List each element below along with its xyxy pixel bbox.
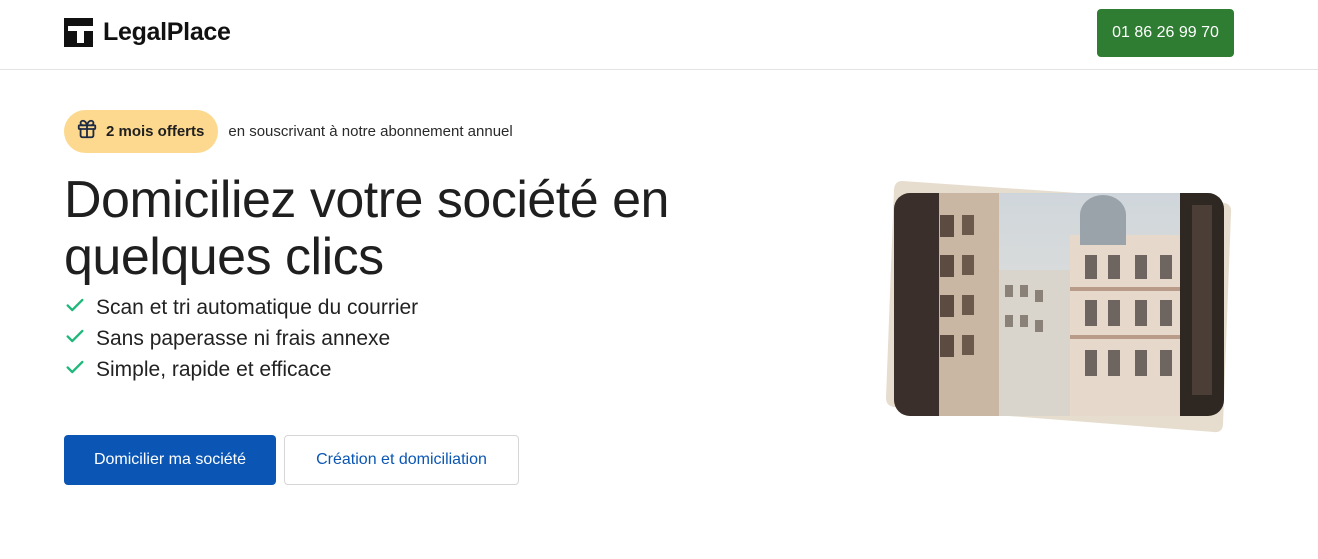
phone-button[interactable]: 01 86 26 99 70: [1097, 9, 1234, 57]
page-title-line2: quelques clics: [64, 228, 384, 286]
check-icon: [64, 325, 86, 353]
feature-item: Scan et tri automatique du courrier: [64, 292, 418, 323]
feature-item: Sans paperasse ni frais annexe: [64, 323, 418, 354]
logo-link[interactable]: LegalPlace: [64, 18, 231, 47]
gift-icon: [76, 118, 98, 145]
feature-item: Simple, rapide et efficace: [64, 354, 418, 385]
site-header: LegalPlace 01 86 26 99 70: [0, 0, 1318, 70]
feature-label: Scan et tri automatique du courrier: [96, 295, 419, 319]
feature-list: Scan et tri automatique du courrier Sans…: [64, 292, 418, 385]
domicilier-button[interactable]: Domicilier ma société: [64, 435, 276, 485]
promo-badge: 2 mois offerts: [64, 110, 219, 153]
feature-label: Simple, rapide et efficace: [96, 357, 332, 381]
logo-text: LegalPlace: [103, 18, 231, 46]
page-title: Domiciliez votre société en quelques cli…: [64, 172, 784, 286]
check-icon: [64, 294, 86, 322]
page-title-line1: Domiciliez votre société en: [64, 171, 669, 229]
legalplace-logo-icon: [64, 18, 93, 47]
feature-label: Sans paperasse ni frais annexe: [96, 326, 391, 350]
promo-banner: 2 mois offerts en souscrivant à notre ab…: [64, 110, 513, 153]
hero-image: [880, 175, 1240, 440]
promo-text: en souscrivant à notre abonnement annuel: [228, 123, 513, 140]
promo-badge-label: 2 mois offerts: [106, 123, 205, 140]
creation-domiciliation-button[interactable]: Création et domiciliation: [284, 435, 519, 485]
check-icon: [64, 356, 86, 384]
